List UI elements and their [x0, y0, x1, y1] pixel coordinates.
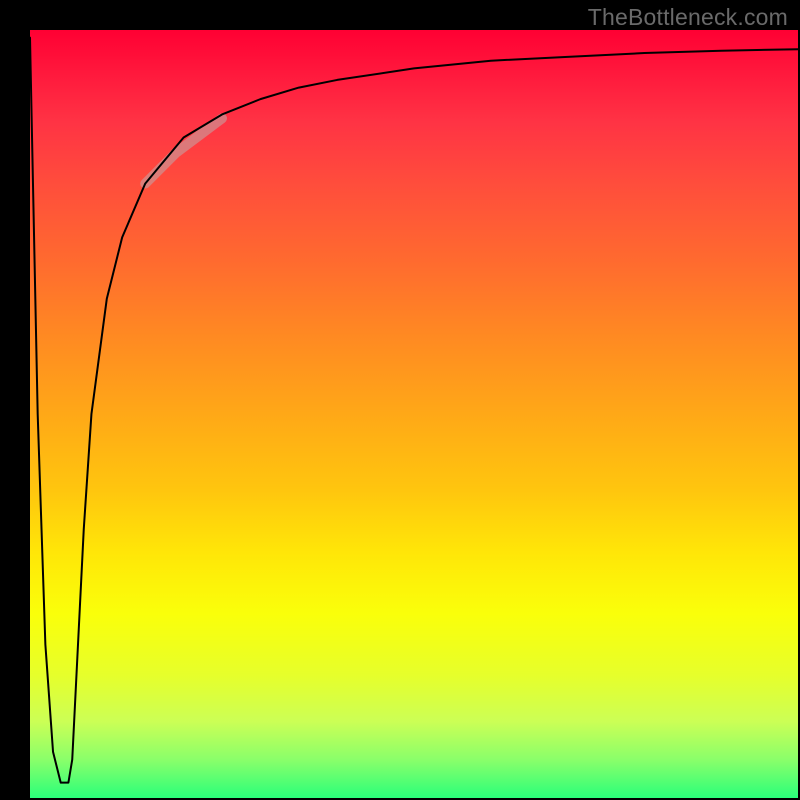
watermark-text: TheBottleneck.com	[588, 4, 788, 31]
chart-frame: TheBottleneck.com	[0, 0, 800, 800]
plot-area	[30, 30, 798, 798]
bottleneck-curve-path	[30, 38, 798, 783]
highlight-segment-path	[145, 118, 222, 183]
curve-svg	[30, 30, 798, 798]
